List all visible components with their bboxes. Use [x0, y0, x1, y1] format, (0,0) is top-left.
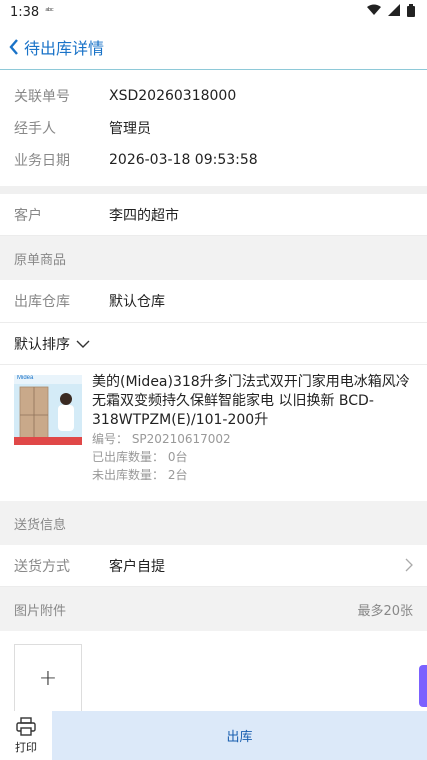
product-code: 编号： SP20210617002: [92, 432, 231, 446]
delivery-method-row[interactable]: 送货方式 客户自提: [0, 545, 427, 587]
order-info-section: 关联单号 XSD20260318000 经手人 管理员 业务日期 2026-03…: [0, 70, 427, 186]
attachments-limit: 最多20张: [357, 603, 413, 619]
product-brand-mark: Midea: [17, 375, 34, 381]
original-goods-header: 原单商品: [0, 236, 427, 280]
date-value: 2026-03-18 09:53:58: [109, 152, 258, 168]
bottom-action-bar: 打印 出库: [0, 711, 427, 760]
order-number-row: 关联单号 XSD20260318000: [0, 80, 427, 112]
product-image: Midea: [14, 375, 82, 445]
shipped-quantity: 已出库数量： 0台: [92, 450, 188, 464]
handler-value: 管理员: [109, 121, 151, 137]
delivery-info-title: 送货信息: [14, 517, 67, 533]
floating-side-tab[interactable]: [419, 665, 427, 707]
status-time: 1:38: [10, 4, 40, 20]
battery-icon: [407, 3, 415, 21]
attachments-header: 图片附件 最多20张: [0, 587, 427, 631]
date-label: 业务日期: [14, 153, 70, 169]
warehouse-label: 出库仓库: [14, 294, 70, 310]
wifi-icon: [367, 4, 381, 20]
customer-label: 客户: [14, 207, 42, 224]
attachments-area: +: [0, 631, 427, 714]
warehouse-row[interactable]: 出库仓库 默认仓库: [0, 280, 427, 323]
signal-icon: [388, 4, 400, 20]
add-image-button[interactable]: +: [14, 644, 82, 712]
status-bar: 1:38 ᵃᵇᶜ: [0, 0, 427, 24]
printer-icon: [16, 716, 36, 739]
sort-label: 默认排序: [14, 336, 70, 353]
print-label: 打印: [15, 740, 37, 754]
chevron-down-icon: [70, 336, 90, 352]
date-row: 业务日期 2026-03-18 09:53:58: [0, 144, 427, 176]
delivery-method-value: 客户自提: [109, 558, 165, 575]
sort-dropdown[interactable]: 默认排序: [0, 323, 427, 365]
section-gap: [0, 186, 427, 194]
customer-row: 客户 李四的超市: [0, 194, 427, 236]
delivery-info-header: 送货信息: [0, 501, 427, 545]
customer-value: 李四的超市: [109, 207, 179, 224]
attachments-title: 图片附件: [14, 603, 67, 619]
ship-out-button[interactable]: 出库: [52, 711, 427, 760]
handler-label: 经手人: [14, 121, 56, 137]
plus-icon: +: [38, 665, 58, 691]
handler-row: 经手人 管理员: [0, 112, 427, 144]
print-button[interactable]: 打印: [0, 711, 52, 760]
unshipped-quantity: 未出库数量： 2台: [92, 468, 188, 482]
product-name: 美的(Midea)318升多门法式双开门家用电冰箱风冷无霜双变频持久保鲜智能家电…: [92, 374, 410, 428]
order-number-label: 关联单号: [14, 89, 70, 105]
status-indicator: ᵃᵇᶜ: [45, 7, 54, 17]
page-title: 待出库详情: [24, 38, 105, 58]
product-item[interactable]: Midea 美的(Midea)318升多门法式双开门家用电冰箱风冷无霜双变频持久…: [0, 365, 427, 501]
chevron-right-icon: [405, 558, 413, 576]
delivery-method-label: 送货方式: [14, 558, 70, 575]
original-goods-title: 原单商品: [14, 252, 67, 268]
back-chevron-icon[interactable]: [6, 38, 22, 55]
order-number-value: XSD20260318000: [109, 88, 237, 104]
nav-bar: 待出库详情: [0, 24, 427, 70]
ship-out-label: 出库: [226, 730, 253, 745]
warehouse-value: 默认仓库: [109, 294, 165, 310]
